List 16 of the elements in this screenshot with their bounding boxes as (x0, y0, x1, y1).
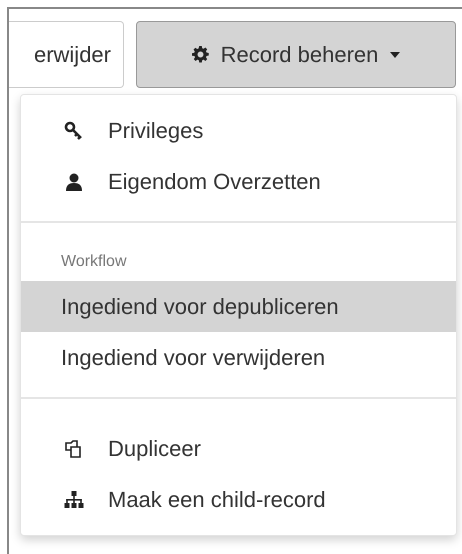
key-icon (64, 120, 84, 140)
user-icon (64, 172, 84, 192)
hierarchy-icon (64, 490, 84, 510)
menu-item[interactable]: Ingediend voor depubliceren (21, 281, 456, 332)
copy-icon (64, 438, 84, 458)
caret-icon (390, 52, 400, 58)
menu-header: Workflow (60, 252, 128, 272)
menu-item[interactable]: Ingediend voor verwijderen (21, 332, 456, 383)
menu-item[interactable]: Eigendom Overzetten (21, 156, 456, 207)
button-label: Record beheren (220, 42, 378, 68)
menu-item[interactable]: Maak een child-record (21, 474, 456, 525)
settings-icon (192, 46, 209, 63)
dropdown-button[interactable]: Record beheren (136, 21, 456, 88)
toolbar-button[interactable]: erwijder (9, 21, 124, 88)
menu-item[interactable]: Privileges (21, 105, 456, 156)
menu-item[interactable]: Dupliceer (21, 423, 456, 474)
